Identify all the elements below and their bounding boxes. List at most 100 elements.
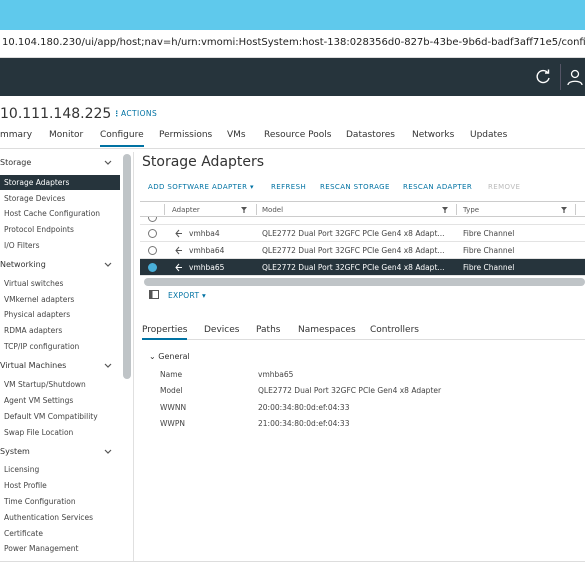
table-row[interactable]: vmhba64 QLE2772 Dual Port 32GFC PCIe Gen… xyxy=(140,242,585,259)
row-radio[interactable] xyxy=(148,246,157,255)
sidebar-scrollbar[interactable] xyxy=(123,154,131,379)
sidebar-item-time-config[interactable]: Time Configuration xyxy=(4,497,76,506)
tab-paths[interactable]: Paths xyxy=(256,325,280,335)
grid-horizontal-scrollbar[interactable] xyxy=(144,278,585,286)
sidebar-item-certificate[interactable]: Certificate xyxy=(4,529,43,538)
tab-devices[interactable]: Devices xyxy=(204,325,239,335)
sidebar-item-agent-vm[interactable]: Agent VM Settings xyxy=(4,396,73,405)
column-divider xyxy=(575,204,576,215)
cell-type: Fibre Channel xyxy=(463,263,515,272)
browser-tab-strip xyxy=(0,0,585,30)
table-row[interactable]: vmhba4 QLE2772 Dual Port 32GFC PCIe Gen4… xyxy=(140,225,585,242)
column-divider xyxy=(256,204,257,215)
column-divider xyxy=(164,204,165,215)
filter-icon[interactable] xyxy=(561,207,567,213)
column-header-type[interactable]: Type xyxy=(463,206,479,214)
add-software-adapter-button[interactable]: ADD SOFTWARE ADAPTER ▾ xyxy=(148,183,254,191)
column-toggle-icon[interactable] xyxy=(149,290,159,299)
sidebar-item-storage-devices[interactable]: Storage Devices xyxy=(4,194,65,203)
sidebar-item-auth-services[interactable]: Authentication Services xyxy=(4,513,93,522)
actions-menu[interactable]: ⋮ACTIONS xyxy=(113,109,157,118)
column-header-adapter[interactable]: Adapter xyxy=(172,206,200,214)
sidebar-item-power-management[interactable]: Power Management xyxy=(4,544,78,553)
sidebar-group-virtual-machines[interactable]: Virtual Machines xyxy=(0,361,66,370)
tab-permissions[interactable]: Permissions xyxy=(159,130,212,140)
tab-configure[interactable]: Configure xyxy=(100,130,144,147)
sidebar-item-default-vm-compat[interactable]: Default VM Compatibility xyxy=(4,412,98,421)
tab-vms[interactable]: VMs xyxy=(227,130,246,140)
sidebar-item-protocol-endpoints[interactable]: Protocol Endpoints xyxy=(4,225,74,234)
cell-model: QLE2772 Dual Port 32GFC PCIe Gen4 x8 Ada… xyxy=(262,263,445,272)
tab-namespaces[interactable]: Namespaces xyxy=(298,325,356,335)
tab-resource-pools[interactable]: Resource Pools xyxy=(264,130,331,140)
cell-adapter: vmhba4 xyxy=(189,229,220,238)
column-header-model[interactable]: Model xyxy=(262,206,283,214)
object-tabs: mmary Monitor Configure Permissions VMs … xyxy=(0,130,585,147)
property-value: vmhba65 xyxy=(258,370,294,379)
table-row-selected[interactable]: vmhba65 QLE2772 Dual Port 32GFC PCIe Gen… xyxy=(140,259,585,276)
export-button[interactable]: EXPORT ▾ xyxy=(168,291,206,300)
tab-controllers[interactable]: Controllers xyxy=(370,325,419,335)
cell-model: QLE2772 Dual Port 32GFC PCIe Gen4 x8 Ada… xyxy=(262,246,445,255)
chevron-down-icon: ⌄ xyxy=(149,352,156,361)
sidebar-item-licensing[interactable]: Licensing xyxy=(4,465,39,474)
sidebar-item-virtual-switches[interactable]: Virtual switches xyxy=(4,279,63,288)
refresh-button[interactable]: REFRESH xyxy=(271,183,306,191)
sidebar-item-tcpip[interactable]: TCP/IP configuration xyxy=(4,342,79,351)
detail-tabs: Properties Devices Paths Namespaces Cont… xyxy=(142,324,585,340)
rescan-adapter-button[interactable]: RESCAN ADAPTER xyxy=(403,183,472,191)
tab-monitor[interactable]: Monitor xyxy=(49,130,83,140)
address-bar[interactable]: 10.104.180.230/ui/app/host;nav=h/urn:vmo… xyxy=(0,30,585,58)
row-radio[interactable] xyxy=(148,229,157,238)
general-section-header[interactable]: ⌄ General xyxy=(149,352,190,361)
cell-type: Fibre Channel xyxy=(463,246,515,255)
host-title: 10.111.148.225 xyxy=(0,106,111,122)
refresh-icon[interactable] xyxy=(533,67,553,87)
sidebar-item-vm-startup[interactable]: VM Startup/Shutdown xyxy=(4,380,86,389)
sidebar-item-swap-file[interactable]: Swap File Location xyxy=(4,428,73,437)
actions-label: ACTIONS xyxy=(121,109,158,118)
filter-icon[interactable] xyxy=(241,207,247,213)
rescan-storage-button[interactable]: RESCAN STORAGE xyxy=(320,183,390,191)
property-value: 20:00:34:80:0d:ef:04:33 xyxy=(258,403,350,412)
adapter-icon xyxy=(175,246,182,255)
sidebar-item-physical-adapters[interactable]: Physical adapters xyxy=(4,310,70,319)
row-radio-selected[interactable] xyxy=(148,263,157,272)
app-header xyxy=(0,58,585,96)
sidebar-item-io-filters[interactable]: I/O Filters xyxy=(4,241,40,250)
tab-properties[interactable]: Properties xyxy=(142,325,188,340)
sidebar-group-system[interactable]: System xyxy=(0,447,30,456)
url-text[interactable]: 10.104.180.230/ui/app/host;nav=h/urn:vmo… xyxy=(2,37,585,48)
user-icon[interactable] xyxy=(566,68,584,86)
row-radio[interactable] xyxy=(148,217,157,222)
sidebar-item-host-cache[interactable]: Host Cache Configuration xyxy=(4,209,100,218)
vertical-ellipsis-icon: ⋮ xyxy=(113,109,121,118)
tab-updates[interactable]: Updates xyxy=(470,130,507,140)
tab-networks[interactable]: Networks xyxy=(412,130,454,140)
cell-adapter: vmhba64 xyxy=(189,246,225,255)
chevron-down-icon[interactable] xyxy=(104,362,112,370)
grid-footer: EXPORT ▾ xyxy=(140,289,585,303)
property-value: QLE2772 Dual Port 32GFC PCIe Gen4 x8 Ada… xyxy=(258,386,442,395)
sidebar-item-vmkernel-adapters[interactable]: VMkernel adapters xyxy=(4,295,74,304)
column-divider xyxy=(456,204,457,215)
table-row-partial[interactable] xyxy=(140,217,585,225)
cell-model: QLE2772 Dual Port 32GFC PCIe Gen4 x8 Ada… xyxy=(262,229,445,238)
property-value: 21:00:34:80:0d:ef:04:33 xyxy=(258,419,350,428)
cell-adapter: vmhba65 xyxy=(189,263,225,272)
chevron-down-icon[interactable] xyxy=(104,159,112,167)
sidebar-group-networking[interactable]: Networking xyxy=(0,260,46,269)
sidebar-item-rdma-adapters[interactable]: RDMA adapters xyxy=(4,326,62,335)
header-divider xyxy=(560,64,561,90)
tab-datastores[interactable]: Datastores xyxy=(346,130,395,140)
configure-sidebar: Storage Storage Adapters Storage Devices… xyxy=(0,152,120,553)
filter-icon[interactable] xyxy=(442,207,448,213)
chevron-down-icon[interactable] xyxy=(104,261,112,269)
sidebar-item-host-profile[interactable]: Host Profile xyxy=(4,481,47,490)
sidebar-item-storage-adapters[interactable]: Storage Adapters xyxy=(0,175,120,190)
sidebar-group-storage[interactable]: Storage xyxy=(0,158,31,167)
chevron-down-icon[interactable] xyxy=(104,448,112,456)
adapter-icon xyxy=(175,263,182,272)
tab-summary[interactable]: mmary xyxy=(0,130,32,140)
remove-button: REMOVE xyxy=(488,183,521,191)
